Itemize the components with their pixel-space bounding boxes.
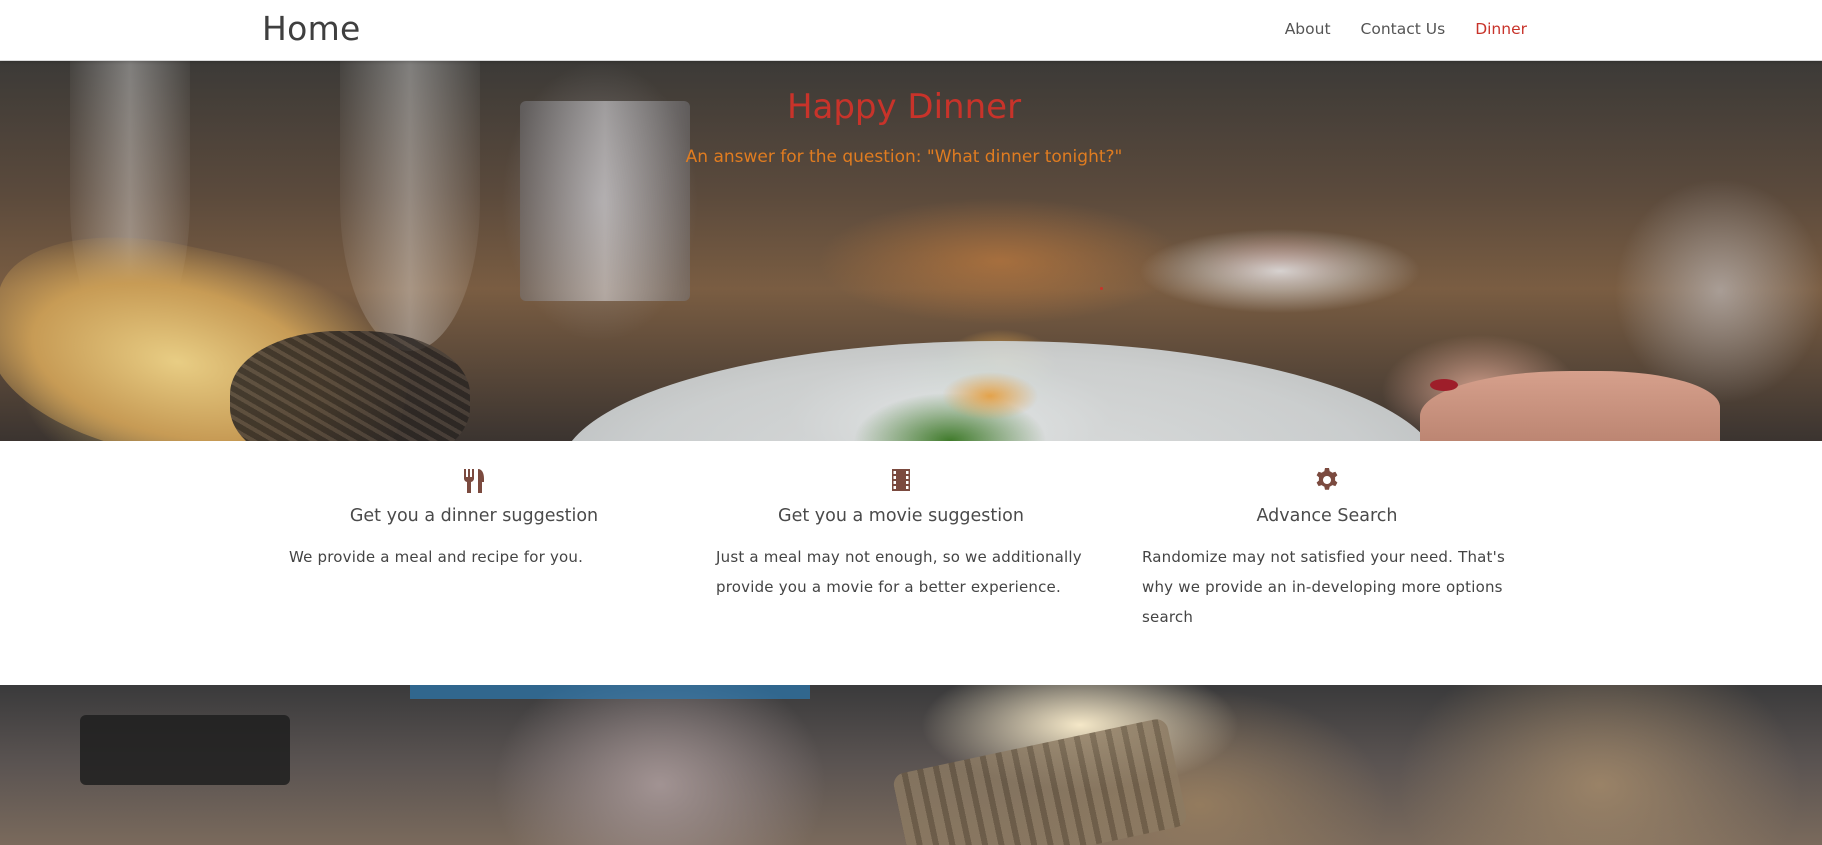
nav-link-contact-us[interactable]: Contact Us [1361, 20, 1446, 38]
feature-title: Get you a dinner suggestion [349, 506, 599, 526]
hero-hand-image [1420, 371, 1720, 441]
feature-title: Get you a movie suggestion [778, 506, 1024, 526]
utensils-icon [464, 469, 484, 493]
movie-screen-glow [410, 685, 810, 699]
hero-subtitle: An answer for the question: "What dinner… [685, 147, 1123, 167]
hero-nail-image [1430, 379, 1458, 391]
feature-title: Advance Search [1256, 506, 1398, 526]
hero-dot [1100, 287, 1103, 290]
movie-tv-image [80, 715, 290, 785]
nav-item-contact: Contact Us [1361, 19, 1446, 38]
feature-text: We provide a meal and recipe for you. [289, 548, 584, 566]
nav-link-dinner[interactable]: Dinner [1475, 20, 1527, 38]
hero-basket-image [230, 331, 470, 441]
navbar: Home About Contact Us Dinner [0, 0, 1822, 61]
feature-dinner-suggestion: Get you a dinner suggestion We provide a… [289, 467, 659, 572]
brand-home-link[interactable]: Home [262, 9, 361, 48]
nav-item-about: About [1285, 19, 1331, 38]
film-icon [892, 469, 910, 491]
nav-link-about[interactable]: About [1285, 20, 1331, 38]
feature-text: Just a meal may not enough, so we additi… [716, 548, 1082, 596]
nav-links: About Contact Us Dinner [1285, 19, 1527, 38]
feature-text: Randomize may not satisfied your need. T… [1142, 548, 1505, 626]
hero-water-glass [520, 101, 690, 301]
feature-advance-search: Advance Search Randomize may not satisfi… [1142, 467, 1512, 632]
movie-blanket-image [891, 717, 1189, 845]
hero-banner: Happy Dinner An answer for the question:… [0, 61, 1822, 441]
movie-banner-image [0, 685, 1822, 845]
feature-movie-suggestion: Get you a movie suggestion Just a meal m… [716, 467, 1086, 602]
features-section: Get you a dinner suggestion We provide a… [0, 441, 1822, 685]
gear-icon [1316, 468, 1338, 490]
nav-item-dinner: Dinner [1475, 19, 1527, 38]
hero-title: Happy Dinner [786, 87, 1022, 127]
